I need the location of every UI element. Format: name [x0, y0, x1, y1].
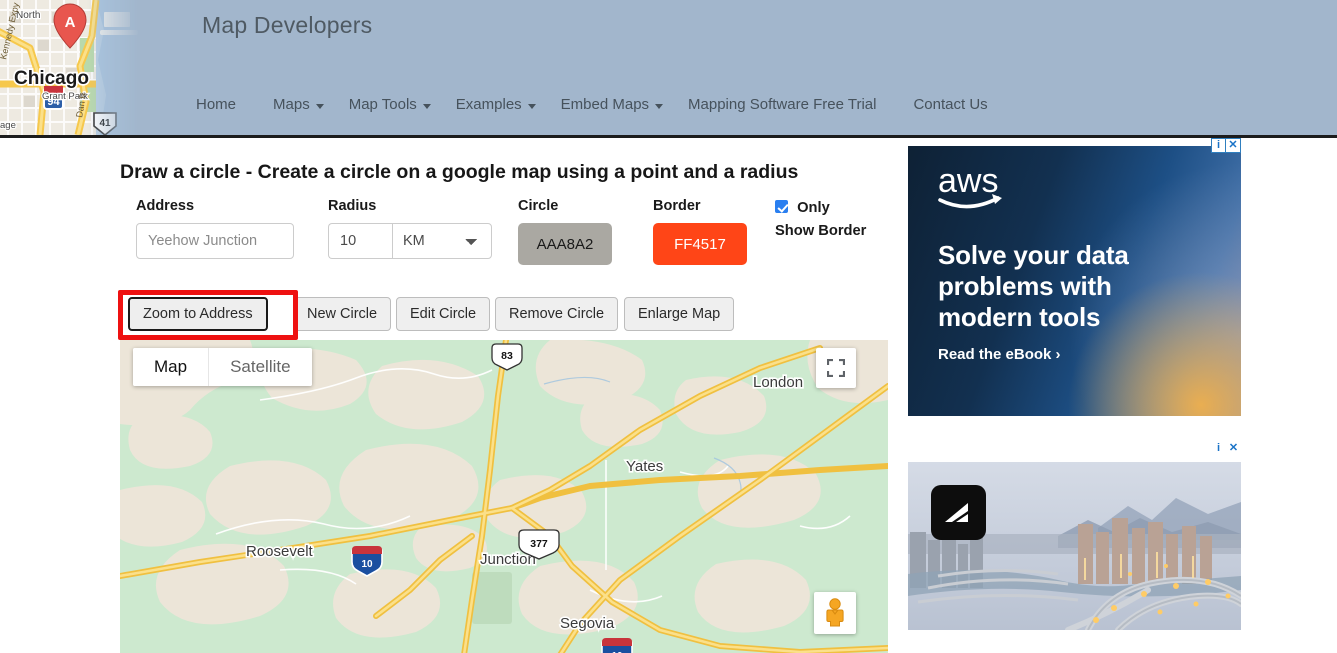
svg-text:377: 377	[530, 538, 548, 550]
advertisement-column: i ✕ aws Solve your data problems with mo…	[908, 138, 1241, 630]
only-show-border-checkbox[interactable]	[775, 200, 788, 213]
page-body: Draw a circle - Create a circle on a goo…	[0, 138, 1337, 653]
radius-label: Radius	[328, 198, 377, 214]
aws-advertisement[interactable]: aws Solve your data problems with modern…	[908, 146, 1241, 416]
radius-input[interactable]	[328, 223, 392, 259]
ad-info-icon[interactable]: i	[1211, 138, 1226, 153]
aws-headline-line-2: problems with	[938, 271, 1112, 301]
map-type-button-satellite[interactable]: Satellite	[208, 348, 312, 386]
only-show-border-checkbox-label[interactable]: Only Show Border	[775, 196, 870, 243]
main-navigation: Home Maps Map Tools Examples Embed Maps …	[196, 96, 1025, 113]
aws-ad-cta-link[interactable]: Read the eBook ›	[938, 346, 1061, 363]
google-map-canvas[interactable]: London Yates Roosevelt Junction Segovia …	[120, 340, 888, 653]
radius-field-group: Radius KM	[328, 198, 492, 259]
border-color-group: Border FF4517	[653, 198, 747, 265]
address-field-group: Address	[136, 198, 294, 259]
route-shield-i-10-east: 10	[601, 638, 633, 653]
radius-unit-select[interactable]: KM	[392, 223, 492, 259]
map-action-buttons: Zoom to Address New Circle Edit Circle R…	[118, 288, 890, 340]
chicago-map-logo: 94 41 North Chicago Grant Park age Kenne…	[0, 0, 140, 135]
circle-form: Address Radius KM Circle AAA8A2 Border F…	[120, 198, 890, 290]
svg-text:A: A	[65, 14, 76, 31]
nav-item-embed-maps[interactable]: Embed Maps	[561, 96, 669, 113]
aws-logo-icon: aws	[938, 162, 1024, 217]
only-show-border-text: Only Show Border	[775, 200, 867, 239]
svg-text:10: 10	[361, 559, 373, 570]
zoom-to-address-button[interactable]: Zoom to Address	[128, 297, 268, 331]
svg-text:aws: aws	[938, 164, 998, 200]
nav-item-mapping-software-free-trial[interactable]: Mapping Software Free Trial	[688, 96, 876, 113]
map-type-control: Map Satellite	[133, 348, 312, 386]
nav-item-map-tools[interactable]: Map Tools	[349, 96, 437, 113]
new-circle-button[interactable]: New Circle	[293, 297, 392, 331]
circle-color-group: Circle AAA8A2	[518, 198, 612, 265]
circle-label: Circle	[518, 198, 559, 214]
aws-headline-line-3: modern tools	[938, 302, 1101, 332]
svg-text:age: age	[0, 120, 16, 131]
ad-info-icon[interactable]: i	[1211, 442, 1226, 457]
remove-circle-button[interactable]: Remove Circle	[495, 297, 619, 331]
main-content-column: Draw a circle - Create a circle on a goo…	[118, 138, 890, 653]
address-input[interactable]	[136, 223, 294, 259]
page-title: Draw a circle - Create a circle on a goo…	[120, 161, 799, 183]
street-view-pegman-icon[interactable]	[814, 592, 856, 634]
fullscreen-icon[interactable]	[816, 348, 856, 388]
black-square-brand-logo-icon	[931, 485, 986, 540]
border-label: Border	[653, 198, 701, 214]
edit-circle-button[interactable]: Edit Circle	[396, 297, 491, 331]
aws-ad-badges: i ✕	[1211, 138, 1241, 153]
only-show-border-group: Only Show Border	[775, 196, 870, 243]
aws-headline-line-1: Solve your data	[938, 240, 1129, 270]
svg-text:83: 83	[501, 350, 513, 362]
circle-color-swatch-button[interactable]: AAA8A2	[518, 223, 612, 265]
ad-close-icon[interactable]: ✕	[1226, 138, 1241, 153]
city-ad-badges: i ✕	[1211, 442, 1241, 457]
map-label-roosevelt: Roosevelt	[246, 543, 314, 560]
map-type-button-map[interactable]: Map	[133, 348, 209, 386]
map-label-london: London	[753, 374, 803, 391]
nav-item-home[interactable]: Home	[196, 96, 236, 113]
nav-item-contact-us[interactable]: Contact Us	[913, 96, 987, 113]
map-label-segovia: Segovia	[560, 615, 615, 632]
svg-text:North: North	[16, 10, 40, 21]
map-label-yates: Yates	[626, 458, 663, 475]
nav-item-examples[interactable]: Examples	[456, 96, 542, 113]
site-title: Map Developers	[202, 12, 373, 38]
site-header: 94 41 North Chicago Grant Park age Kenne…	[0, 0, 1337, 138]
ad-close-icon[interactable]: ✕	[1226, 442, 1241, 457]
city-advertisement[interactable]	[908, 462, 1241, 630]
nav-item-maps[interactable]: Maps	[273, 96, 330, 113]
svg-text:Chicago: Chicago	[14, 68, 89, 89]
border-color-swatch-button[interactable]: FF4517	[653, 223, 747, 265]
svg-text:41: 41	[99, 118, 111, 129]
city-advertisement-wrapper: i ✕	[908, 442, 1241, 630]
enlarge-map-button[interactable]: Enlarge Map	[624, 297, 735, 331]
address-label: Address	[136, 198, 195, 214]
aws-ad-headline: Solve your data problems with modern too…	[938, 240, 1129, 333]
